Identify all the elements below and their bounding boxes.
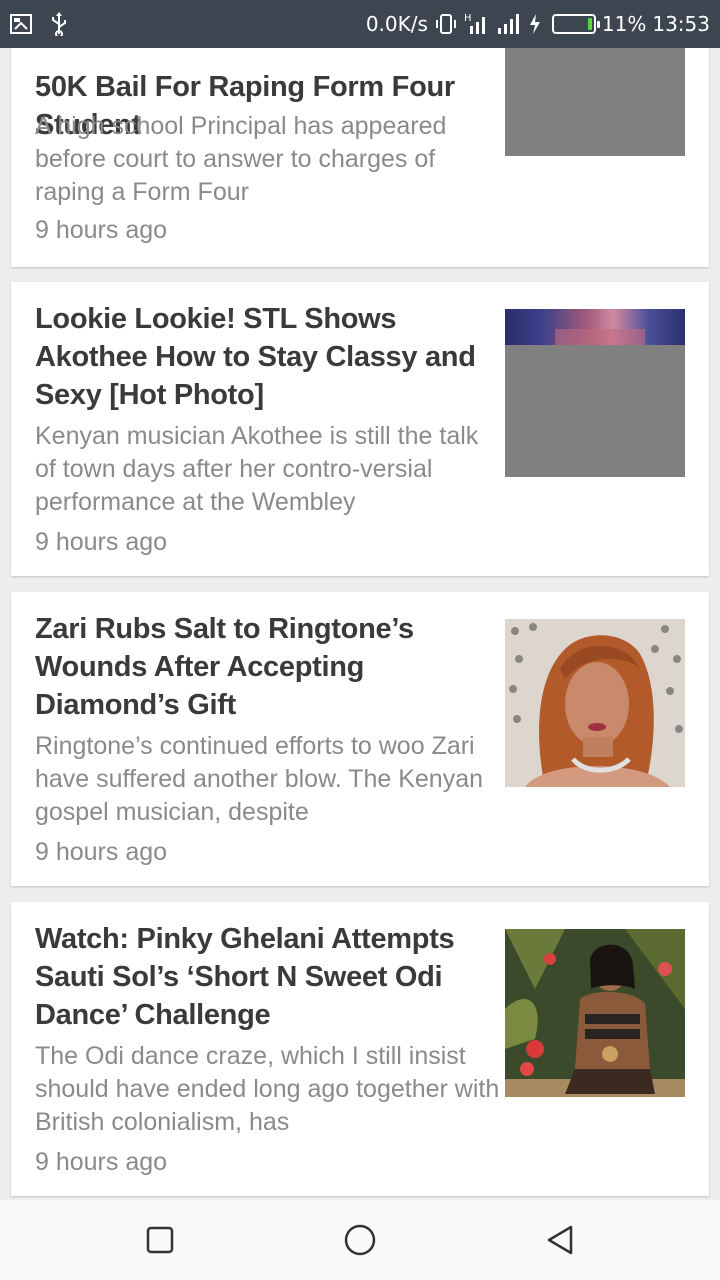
home-button[interactable]: [342, 1222, 378, 1258]
article-thumbnail: [505, 48, 685, 156]
article-time: 9 hours ago: [35, 1148, 168, 1176]
status-bar: 0.0K/s H 11% 13:53: [0, 0, 720, 48]
article-card[interactable]: Zari Rubs Salt to Ringtone’s Wounds Afte…: [11, 592, 709, 886]
article-title: Zari Rubs Salt to Ringtone’s Wounds Afte…: [35, 613, 414, 721]
article-excerpt: The Odi dance craze, which I still insis…: [35, 1042, 500, 1136]
svg-text:H: H: [464, 13, 472, 24]
home-icon: [344, 1224, 376, 1256]
battery-icon: [551, 14, 600, 34]
article-card[interactable]: Lookie Lookie! STL Shows Akothee How to …: [11, 282, 709, 576]
article-thumbnail: [505, 929, 685, 1097]
clock: 13:53: [652, 12, 710, 36]
recent-apps-button[interactable]: [142, 1222, 178, 1258]
vibrate-icon: [434, 13, 458, 35]
article-card[interactable]: 50K Bail For Raping Form Four Student A …: [11, 48, 709, 267]
charging-icon: [528, 13, 542, 35]
recent-apps-icon: [146, 1226, 174, 1254]
article-excerpt: Kenyan musician Akothee is still the tal…: [35, 422, 479, 516]
screenshot-icon: [10, 14, 32, 34]
article-time: 9 hours ago: [35, 528, 168, 556]
article-title: Watch: Pinky Ghelani Attempts Sauti Sol’…: [35, 923, 455, 1031]
battery-percent: 11%: [601, 12, 647, 36]
article-excerpt: A high school Principal has appeared bef…: [35, 112, 447, 206]
signal-icon: [496, 12, 522, 36]
article-time: 9 hours ago: [35, 838, 168, 866]
article-time: 9 hours ago: [35, 216, 168, 244]
article-title: Lookie Lookie! STL Shows Akothee How to …: [35, 303, 476, 411]
back-icon: [547, 1225, 573, 1255]
article-thumbnail: [505, 309, 685, 477]
usb-icon: [50, 12, 68, 36]
net-speed: 0.0K/s: [365, 12, 428, 36]
back-button[interactable]: [542, 1222, 578, 1258]
navigation-bar: [0, 1200, 720, 1280]
article-excerpt: Ringtone’s continued efforts to woo Zari…: [35, 732, 484, 826]
article-card[interactable]: Watch: Pinky Ghelani Attempts Sauti Sol’…: [11, 902, 709, 1196]
article-thumbnail: [505, 619, 685, 787]
news-feed[interactable]: 50K Bail For Raping Form Four Student A …: [0, 48, 720, 1200]
signal-h-icon: H: [464, 12, 490, 36]
